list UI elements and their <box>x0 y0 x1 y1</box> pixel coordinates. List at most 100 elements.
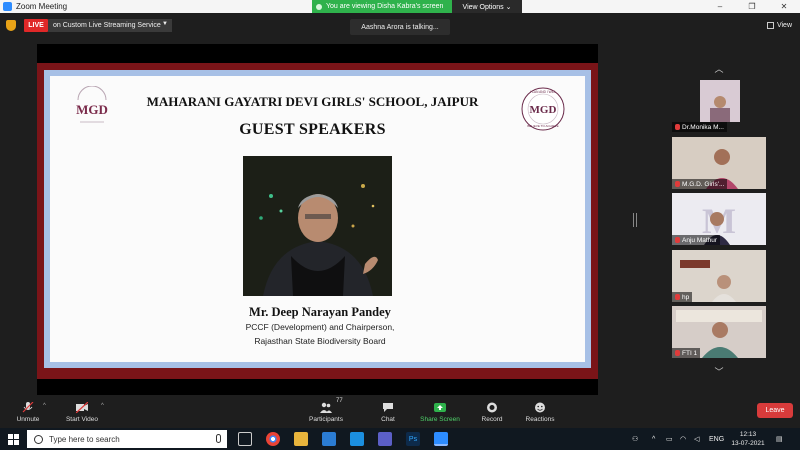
grid-view-icon <box>766 22 774 29</box>
share-screen-icon <box>434 402 446 412</box>
view-button[interactable]: View <box>766 19 792 32</box>
muted-microphone-icon <box>22 401 34 412</box>
logo-right-monogram: MGD <box>530 104 557 116</box>
unmute-button[interactable]: Unmute <box>12 396 44 428</box>
chevron-down-icon: ▼ <box>162 21 168 27</box>
school-logo-left: MGD <box>76 86 108 123</box>
muted-mic-icon <box>675 294 680 300</box>
live-service-label: on Custom Live Streaming Service <box>53 22 161 29</box>
participant-tile[interactable]: FTI 1 <box>672 306 766 358</box>
search-icon <box>34 434 43 444</box>
school-logo-right: I CAN AND I WILL MGD BELIEVE TO ACHIEVE <box>521 87 565 131</box>
record-icon <box>487 402 497 412</box>
participant-name-label: FTI 1 <box>672 348 701 358</box>
audio-options-caret-icon[interactable]: ^ <box>43 403 46 409</box>
video-off-icon <box>76 401 88 413</box>
logo-left-monogram: MGD <box>76 102 108 117</box>
live-stream-dropdown[interactable]: on Custom Live Streaming Service ▼ <box>48 19 172 32</box>
windows-start-icon[interactable] <box>8 434 19 445</box>
speaker-photo <box>243 156 392 296</box>
file-explorer-icon[interactable] <box>294 432 308 446</box>
school-name: MAHARANI GAYATRI DEVI GIRLS' SCHOOL, JAI… <box>146 94 479 109</box>
reactions-label: Reactions <box>525 415 555 423</box>
network-icon[interactable]: ▭ <box>666 428 673 450</box>
view-label: View <box>776 22 792 29</box>
logo-right-tagline: BELIEVE TO ACHIEVE <box>527 124 558 128</box>
participant-name: FTI 1 <box>682 349 698 357</box>
slide-heading: GUEST SPEAKERS <box>239 121 386 138</box>
mail-icon[interactable] <box>350 432 364 446</box>
active-speaker-indicator: Aashna Arora is talking... <box>350 19 450 35</box>
chat-icon <box>383 402 393 412</box>
muted-mic-icon <box>675 124 680 130</box>
share-screen-label: Share Screen <box>420 415 460 423</box>
start-video-button[interactable]: Start Video <box>62 396 102 428</box>
participant-tile[interactable]: hp <box>672 250 766 302</box>
viewing-indicator: You are viewing Disha Kabra's screen <box>312 0 452 13</box>
gallery-scroll-down-icon[interactable]: ﹀ <box>700 364 738 378</box>
start-video-label: Start Video <box>65 415 99 423</box>
muted-mic-icon <box>675 237 680 243</box>
chat-label: Chat <box>381 415 395 423</box>
participant-name-label: Dr.Monika M... <box>672 122 727 132</box>
screen-share-banner: You are viewing Disha Kabra's screen Vie… <box>312 0 522 13</box>
participant-name: Dr.Monika M... <box>682 123 724 131</box>
photoshop-icon[interactable]: Ps <box>406 432 420 446</box>
gallery-scroll-up-icon[interactable]: ︿ <box>700 61 738 75</box>
participants-label: Participants <box>309 415 343 423</box>
reactions-button[interactable]: Reactions <box>522 396 558 428</box>
live-badge: LIVE <box>24 19 48 32</box>
security-shield-icon[interactable] <box>6 20 16 31</box>
participants-icon <box>320 402 332 413</box>
participant-name: Anju Mathur <box>682 236 718 244</box>
notifications-icon[interactable]: ▤ <box>776 428 783 450</box>
viewing-text: You are viewing Disha Kabra's screen <box>326 3 444 10</box>
share-status-icon <box>316 3 322 10</box>
edge-icon[interactable] <box>322 432 336 446</box>
video-options-caret-icon[interactable]: ^ <box>101 403 104 409</box>
system-clock[interactable]: 12:13 13-07-2021 <box>728 430 768 448</box>
chat-button[interactable]: Chat <box>374 396 402 428</box>
view-options-button[interactable]: View Options ⌄ <box>452 0 522 13</box>
close-button[interactable]: ✕ <box>768 0 800 13</box>
participant-name: hp <box>682 293 690 301</box>
people-icon[interactable]: ⚇ <box>632 428 638 450</box>
chrome-icon[interactable] <box>266 432 280 446</box>
leave-button[interactable]: Leave <box>757 403 793 418</box>
participant-name-label: M.G.D. Girls'... <box>672 179 728 189</box>
zoom-window: Zoom Meeting – ❐ ✕ You are viewing Disha… <box>0 0 800 450</box>
zoom-taskbar-icon[interactable] <box>434 432 448 446</box>
participant-name: M.G.D. Girls'... <box>682 180 725 188</box>
zoom-app-icon <box>3 2 12 11</box>
participant-name-label: Anju Mathur <box>672 235 721 245</box>
participants-button[interactable]: 77 Participants <box>306 396 346 428</box>
logo-right-motto: I CAN AND I WILL <box>530 90 556 94</box>
participant-name-label: hp <box>672 292 693 302</box>
share-screen-button[interactable]: Share Screen <box>416 396 464 428</box>
split-resize-handle[interactable] <box>633 213 637 227</box>
search-placeholder: Type here to search <box>49 434 120 444</box>
maximize-button[interactable]: ❐ <box>736 0 768 13</box>
speaker-designation: PCCF (Development) and Chairperson, <box>245 322 395 332</box>
clock-date: 13-07-2021 <box>731 440 765 447</box>
participant-tile[interactable]: Dr.Monika M... <box>672 80 766 132</box>
task-view-icon[interactable] <box>238 432 252 446</box>
language-indicator[interactable]: ENG <box>709 428 724 450</box>
teams-icon[interactable] <box>378 432 392 446</box>
window-title: Zoom Meeting <box>16 2 68 11</box>
unmute-label: Unmute <box>16 415 40 423</box>
speaker-organization: Rajasthan State Biodiversity Board <box>254 336 386 346</box>
muted-mic-icon <box>675 350 680 356</box>
participant-tile[interactable]: M.G.D. Girls'... <box>672 137 766 189</box>
microphone-icon[interactable] <box>216 434 221 443</box>
tray-chevron-up-icon[interactable]: ^ <box>652 428 655 450</box>
window-controls: – ❐ ✕ <box>704 0 800 13</box>
taskbar-search-input[interactable]: Type here to search <box>27 430 227 448</box>
minimize-button[interactable]: – <box>704 0 736 13</box>
muted-mic-icon <box>675 181 680 187</box>
wifi-icon[interactable]: ◠ <box>680 428 686 450</box>
record-button[interactable]: Record <box>478 396 506 428</box>
participant-tile[interactable]: M Anju Mathur <box>672 193 766 245</box>
reactions-icon <box>535 402 545 412</box>
volume-icon[interactable]: ◁ <box>694 428 699 450</box>
